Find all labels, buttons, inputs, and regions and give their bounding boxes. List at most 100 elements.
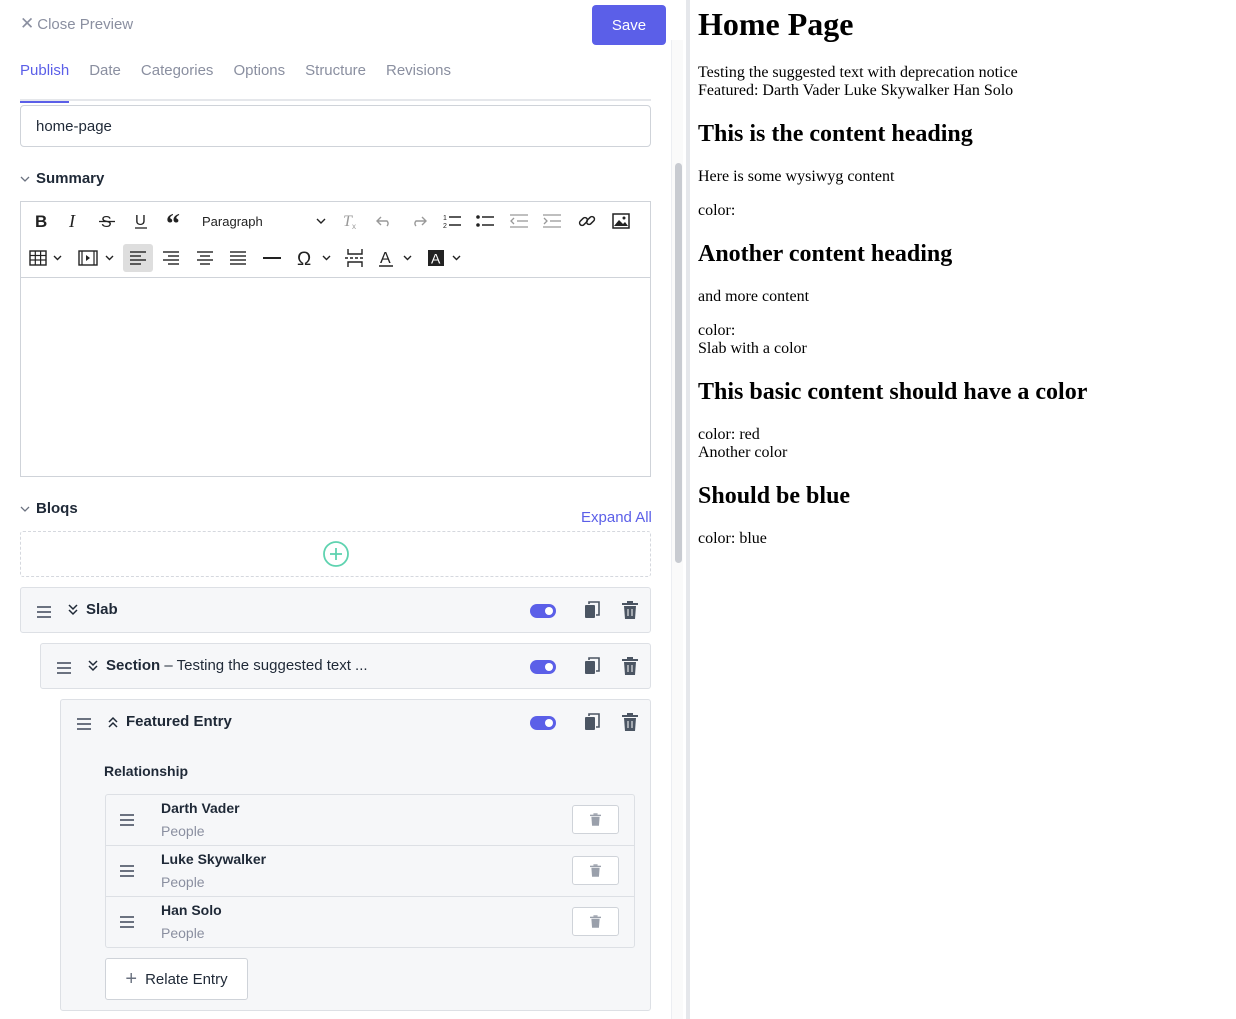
add-bloq-button[interactable] (20, 531, 651, 577)
tab-options[interactable]: Options (233, 60, 285, 101)
preview-color-line: color: red (698, 426, 760, 443)
bold-icon[interactable]: B (29, 207, 53, 235)
drag-handle-icon[interactable] (120, 814, 134, 826)
section-subtitle: – Testing the suggested text ... (164, 657, 368, 674)
slab-title: Slab (86, 601, 118, 618)
redo-icon[interactable] (406, 207, 430, 235)
expand-all-link[interactable]: Expand All (581, 509, 652, 526)
summary-editor-body[interactable] (21, 278, 650, 476)
close-preview-button[interactable]: ✕ Close Preview (20, 14, 133, 34)
preview-heading: Another content heading (698, 241, 953, 267)
entry-name: Luke Skywalker (161, 851, 267, 867)
featured-entry-bloq-title[interactable]: Featured Entry (108, 713, 232, 730)
featured-enabled-toggle[interactable] (530, 716, 556, 730)
relate-entry-button[interactable]: + Relate Entry (105, 958, 248, 1000)
preview-heading: This is the content heading (698, 121, 973, 147)
section-enabled-toggle[interactable] (530, 660, 556, 674)
italic-icon[interactable]: I (62, 207, 86, 235)
bloqs-toggle[interactable]: Bloqs (20, 500, 78, 517)
align-right-icon[interactable] (159, 244, 183, 272)
svg-text:A: A (431, 251, 441, 267)
section-bloq-title[interactable]: Section – Testing the suggested text ... (88, 657, 368, 674)
clear-format-icon[interactable]: Tx (339, 207, 363, 235)
slab-bloq-title[interactable]: Slab (68, 601, 118, 618)
featured-entry-title: Featured Entry (126, 713, 232, 730)
special-character-icon[interactable]: Ω (297, 244, 337, 272)
duplicate-icon[interactable] (584, 657, 600, 675)
bloqs-label: Bloqs (36, 500, 78, 517)
plus-icon: + (125, 968, 138, 990)
entry-type: People (161, 823, 205, 839)
entry-name: Han Solo (161, 902, 222, 918)
chevron-down-icon (20, 176, 30, 182)
preview-paragraph: and more content (698, 288, 810, 305)
svg-text:2: 2 (443, 223, 447, 229)
chevron-down-icon (20, 506, 30, 512)
preview-title: Home Page (698, 6, 854, 42)
save-button[interactable]: Save (592, 5, 666, 45)
close-icon: ✕ (20, 14, 35, 33)
numbered-list-icon[interactable]: 12 (440, 207, 464, 235)
text-color-icon[interactable]: A (379, 244, 419, 272)
background-color-icon[interactable]: A (428, 244, 468, 272)
undo-icon[interactable] (373, 207, 397, 235)
summary-toggle[interactable]: Summary (20, 170, 104, 187)
duplicate-icon[interactable] (584, 601, 600, 619)
align-center-icon[interactable] (193, 244, 217, 272)
tab-publish[interactable]: Publish (20, 60, 70, 103)
editor-pane: ✕ Close Preview Save Publish Date Catego… (0, 0, 686, 1019)
table-icon[interactable] (29, 244, 69, 272)
pane-divider[interactable] (686, 0, 690, 1019)
trash-icon[interactable] (622, 601, 638, 619)
svg-text:1: 1 (443, 215, 447, 222)
strikethrough-icon[interactable]: S (95, 207, 119, 235)
horizontal-rule-icon[interactable] (260, 244, 284, 272)
align-justify-icon[interactable] (226, 244, 250, 272)
chevron-down-icon (316, 218, 326, 224)
slab-enabled-toggle[interactable] (530, 604, 556, 618)
slug-input[interactable] (20, 105, 651, 147)
remove-entry-button[interactable] (572, 805, 619, 834)
blockquote-icon[interactable]: “ (163, 207, 187, 235)
drag-handle-icon[interactable] (37, 606, 51, 618)
bullet-list-icon[interactable] (473, 207, 497, 235)
trash-icon (590, 864, 601, 877)
svg-text:x: x (352, 222, 356, 229)
remove-entry-button[interactable] (572, 907, 619, 936)
page-break-icon[interactable] (343, 244, 367, 272)
collapse-down-icon (68, 603, 78, 615)
link-icon[interactable] (575, 207, 599, 235)
drag-handle-icon[interactable] (77, 718, 91, 730)
remove-entry-button[interactable] (572, 856, 619, 885)
svg-text:Ω: Ω (297, 249, 311, 267)
preview-color-line: color: (698, 322, 736, 339)
preview-heading: This basic content should have a color (698, 379, 1088, 405)
tab-revisions[interactable]: Revisions (386, 60, 451, 101)
entry-name: Darth Vader (161, 800, 240, 816)
drag-handle-icon[interactable] (57, 662, 71, 674)
tab-structure[interactable]: Structure (305, 60, 366, 101)
preview-heading: Should be blue (698, 483, 851, 509)
outdent-icon[interactable] (507, 207, 531, 235)
drag-handle-icon[interactable] (120, 865, 134, 877)
media-icon[interactable] (78, 244, 118, 272)
preview-intro-line: Testing the suggested text with deprecat… (698, 64, 1018, 81)
slab-bloq-header: Slab (21, 588, 650, 632)
editor-scrollbar-thumb[interactable] (675, 163, 682, 563)
drag-handle-icon[interactable] (120, 916, 134, 928)
collapse-up-icon (108, 716, 118, 728)
tab-categories[interactable]: Categories (141, 60, 214, 101)
tab-date[interactable]: Date (89, 60, 121, 101)
image-icon[interactable] (609, 207, 633, 235)
svg-text:B: B (35, 213, 47, 229)
block-format-select[interactable]: Paragraph (196, 207, 326, 235)
tab-bar: Publish Date Categories Options Structur… (20, 60, 651, 103)
trash-icon[interactable] (622, 657, 638, 675)
indent-icon[interactable] (540, 207, 564, 235)
preview-another-color: Another color (698, 444, 788, 461)
trash-icon (590, 813, 601, 826)
duplicate-icon[interactable] (584, 713, 600, 731)
align-left-icon[interactable] (123, 244, 153, 272)
underline-icon[interactable]: U (129, 207, 153, 235)
trash-icon[interactable] (622, 713, 638, 731)
